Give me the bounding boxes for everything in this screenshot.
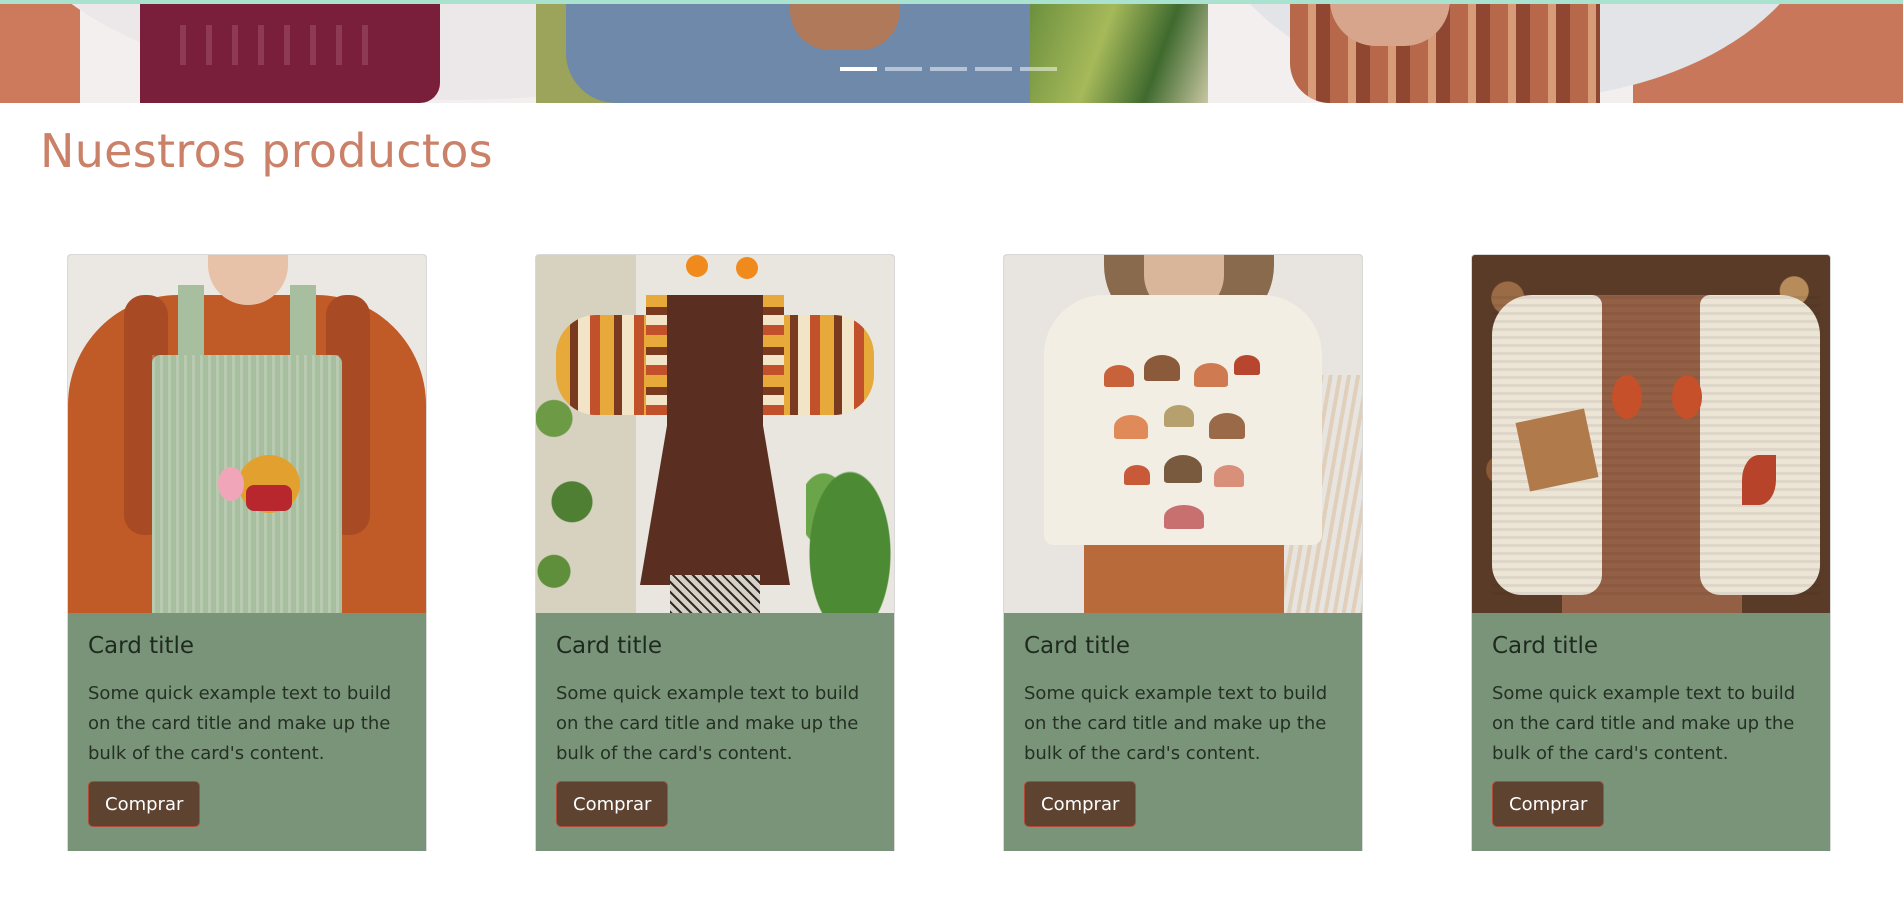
pocket-shape bbox=[1515, 408, 1599, 492]
card-title: Card title bbox=[1024, 633, 1131, 659]
carousel-indicators bbox=[840, 67, 1057, 71]
product-card: Card title Some quick example text to bu… bbox=[535, 254, 895, 851]
mushroom-graphic bbox=[1144, 355, 1180, 381]
card-body: Card title Some quick example text to bu… bbox=[68, 613, 426, 851]
mushroom-graphic bbox=[1114, 415, 1148, 439]
card-text: Some quick example text to build on the … bbox=[88, 683, 392, 764]
card-text: Some quick example text to build on the … bbox=[556, 683, 860, 764]
mushroom-graphic bbox=[1214, 465, 1244, 487]
mushroom-graphic bbox=[1164, 505, 1204, 529]
product-card: Card title Some quick example text to bu… bbox=[1471, 254, 1831, 851]
card-text: Some quick example text to build on the … bbox=[1024, 683, 1328, 764]
mushroom-graphic bbox=[1104, 365, 1134, 387]
card-title: Card title bbox=[1492, 633, 1599, 659]
section-title: Nuestros productos bbox=[40, 124, 493, 178]
mushroom-graphic bbox=[1194, 363, 1228, 387]
card-text: Some quick example text to build on the … bbox=[1492, 683, 1796, 764]
hero-floral-dress bbox=[140, 0, 440, 103]
product-image-overalls bbox=[68, 255, 426, 613]
mushroom-graphic bbox=[1209, 413, 1245, 439]
strap-right bbox=[290, 285, 316, 365]
buy-button[interactable]: Comprar bbox=[1024, 781, 1137, 827]
mushroom-graphic bbox=[1164, 455, 1202, 483]
carousel-indicator-2[interactable] bbox=[885, 67, 922, 71]
product-card: Card title Some quick example text to bu… bbox=[1003, 254, 1363, 851]
mushroom-graphic bbox=[1234, 355, 1260, 375]
mushroom-graphic bbox=[1124, 465, 1150, 485]
card-title: Card title bbox=[88, 633, 195, 659]
card-body: Card title Some quick example text to bu… bbox=[1472, 613, 1830, 851]
product-image-cardigan-flatlay bbox=[1472, 255, 1830, 613]
strap-left bbox=[178, 285, 204, 365]
buy-button[interactable]: Comprar bbox=[88, 781, 201, 827]
carousel-indicator-3[interactable] bbox=[930, 67, 967, 71]
product-image-corduroy-dress bbox=[536, 255, 894, 613]
product-image-mushroom-tee bbox=[1004, 255, 1362, 613]
carousel-indicator-1[interactable] bbox=[840, 67, 877, 71]
carousel-indicator-5[interactable] bbox=[1020, 67, 1057, 71]
card-body: Card title Some quick example text to bu… bbox=[1004, 613, 1362, 851]
carousel-indicator-4[interactable] bbox=[975, 67, 1012, 71]
buy-button[interactable]: Comprar bbox=[556, 781, 669, 827]
buy-button[interactable]: Comprar bbox=[1492, 781, 1605, 827]
hero-bg-left bbox=[0, 0, 80, 103]
top-accent-bar bbox=[0, 0, 1903, 4]
earring-left bbox=[686, 255, 708, 277]
hero-carousel[interactable] bbox=[0, 0, 1903, 103]
mushroom-graphic bbox=[1164, 405, 1194, 427]
squirrel-embroidery-left bbox=[1612, 375, 1642, 419]
squirrel-embroidery-right bbox=[1672, 375, 1702, 419]
pooh-embroidery bbox=[238, 455, 300, 513]
hero-plants bbox=[1030, 0, 1208, 103]
pants-shape bbox=[1084, 545, 1284, 613]
product-card: Card title Some quick example text to bu… bbox=[67, 254, 427, 851]
piglet-embroidery bbox=[218, 467, 244, 501]
card-body: Card title Some quick example text to bu… bbox=[536, 613, 894, 851]
plant-right bbox=[806, 465, 894, 613]
leaf-decor bbox=[1742, 455, 1776, 505]
earring-right bbox=[736, 257, 758, 279]
fishnet-legs bbox=[670, 575, 760, 613]
card-title: Card title bbox=[556, 633, 663, 659]
